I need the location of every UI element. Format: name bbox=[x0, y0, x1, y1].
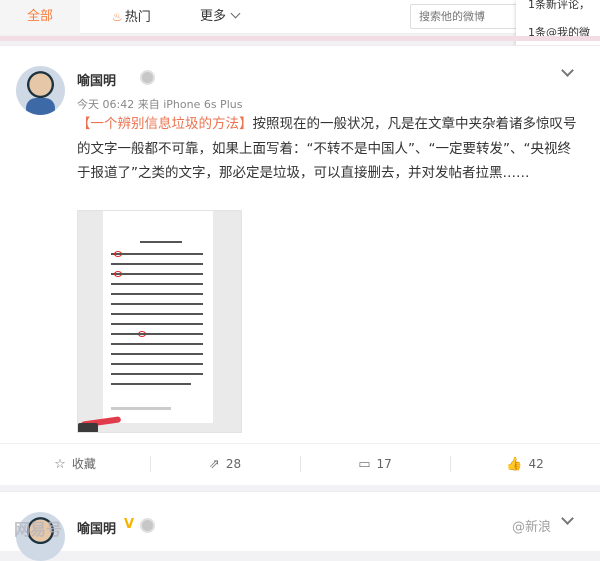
image-text-line bbox=[111, 273, 203, 275]
image-text-line bbox=[111, 263, 203, 265]
pen-cap-shape bbox=[78, 423, 98, 432]
author-name[interactable]: 喻国明 bbox=[77, 70, 116, 89]
comment-icon: ▭ bbox=[358, 457, 371, 472]
post-action-bar: ☆ 收藏 ⇗ 28 ▭ 17 👍 42 bbox=[0, 443, 600, 483]
star-icon: ☆ bbox=[54, 457, 66, 472]
favorite-label: 收藏 bbox=[71, 457, 96, 471]
chevron-down-icon[interactable] bbox=[561, 64, 574, 77]
repost-count: 28 bbox=[225, 457, 242, 471]
post-source-prefix: 来自 bbox=[137, 98, 160, 111]
verified-v-icon: V bbox=[124, 517, 135, 532]
watermark-left: 网易号 bbox=[14, 520, 63, 539]
post-device[interactable]: iPhone 6s Plus bbox=[163, 98, 242, 111]
new-comment-notice[interactable]: 1条新评论， bbox=[528, 0, 590, 12]
divider bbox=[0, 36, 600, 41]
tab-all-label: 全部 bbox=[26, 9, 53, 24]
comment-count: 17 bbox=[376, 457, 392, 471]
image-text-line bbox=[111, 323, 203, 325]
image-text-line bbox=[111, 383, 191, 385]
member-badge-icon[interactable] bbox=[140, 518, 155, 533]
comment-button[interactable]: ▭ 17 bbox=[300, 444, 450, 484]
image-text-line bbox=[140, 241, 182, 243]
profile-tab-bar: 全部 ♨ 热门 更多 bbox=[0, 0, 600, 34]
repost-button[interactable]: ⇗ 28 bbox=[150, 444, 300, 484]
tab-more-label: 更多 bbox=[200, 9, 227, 24]
image-text-line bbox=[111, 283, 203, 285]
image-text-line bbox=[111, 293, 203, 295]
author-name[interactable]: 喻国明 bbox=[77, 518, 116, 537]
red-circle-mark bbox=[114, 271, 122, 277]
image-text-line bbox=[111, 353, 203, 355]
image-text-line bbox=[111, 363, 203, 365]
image-text-line bbox=[111, 333, 203, 335]
watermark-right: @新浪 bbox=[512, 520, 552, 535]
member-badge-icon[interactable] bbox=[140, 70, 155, 85]
avatar[interactable] bbox=[16, 66, 65, 115]
weibo-post-card: 喻国明 V bbox=[0, 491, 600, 561]
image-text-line bbox=[111, 303, 203, 305]
chevron-down-icon bbox=[230, 8, 241, 19]
image-footer-line bbox=[111, 407, 171, 410]
share-icon: ⇗ bbox=[208, 457, 220, 472]
post-tag: 【一个辨别信息垃圾的方法】 bbox=[77, 116, 253, 132]
image-text-line bbox=[111, 313, 203, 315]
tab-hot[interactable]: ♨ 热门 bbox=[112, 0, 151, 34]
red-circle-mark bbox=[114, 251, 122, 257]
favorite-button[interactable]: ☆ 收藏 bbox=[0, 444, 150, 484]
tab-all[interactable]: 全部 bbox=[0, 0, 80, 34]
post-text: 【一个辨别信息垃圾的方法】按照现在的一般状况，凡是在文章中夹杂着诸多惊叹号的文字… bbox=[77, 112, 577, 186]
flame-icon: ♨ bbox=[112, 10, 123, 24]
search-input[interactable] bbox=[410, 4, 520, 29]
image-text-line bbox=[111, 343, 203, 345]
post-time[interactable]: 今天 06:42 bbox=[77, 98, 134, 111]
post-image[interactable] bbox=[77, 210, 242, 433]
image-text-line bbox=[111, 253, 203, 255]
tab-more[interactable]: 更多 bbox=[200, 0, 241, 34]
post-meta: 今天 06:42 来自 iPhone 6s Plus bbox=[77, 96, 242, 112]
tab-hot-label: 热门 bbox=[124, 10, 151, 25]
weibo-post-card: 喻国明 今天 06:42 来自 iPhone 6s Plus 【一个辨别信息垃圾… bbox=[0, 45, 600, 485]
image-text-line bbox=[111, 373, 203, 375]
like-count: 42 bbox=[528, 457, 544, 471]
like-button[interactable]: 👍 42 bbox=[450, 444, 600, 484]
like-icon: 👍 bbox=[506, 457, 523, 472]
chevron-down-icon[interactable] bbox=[561, 512, 574, 525]
